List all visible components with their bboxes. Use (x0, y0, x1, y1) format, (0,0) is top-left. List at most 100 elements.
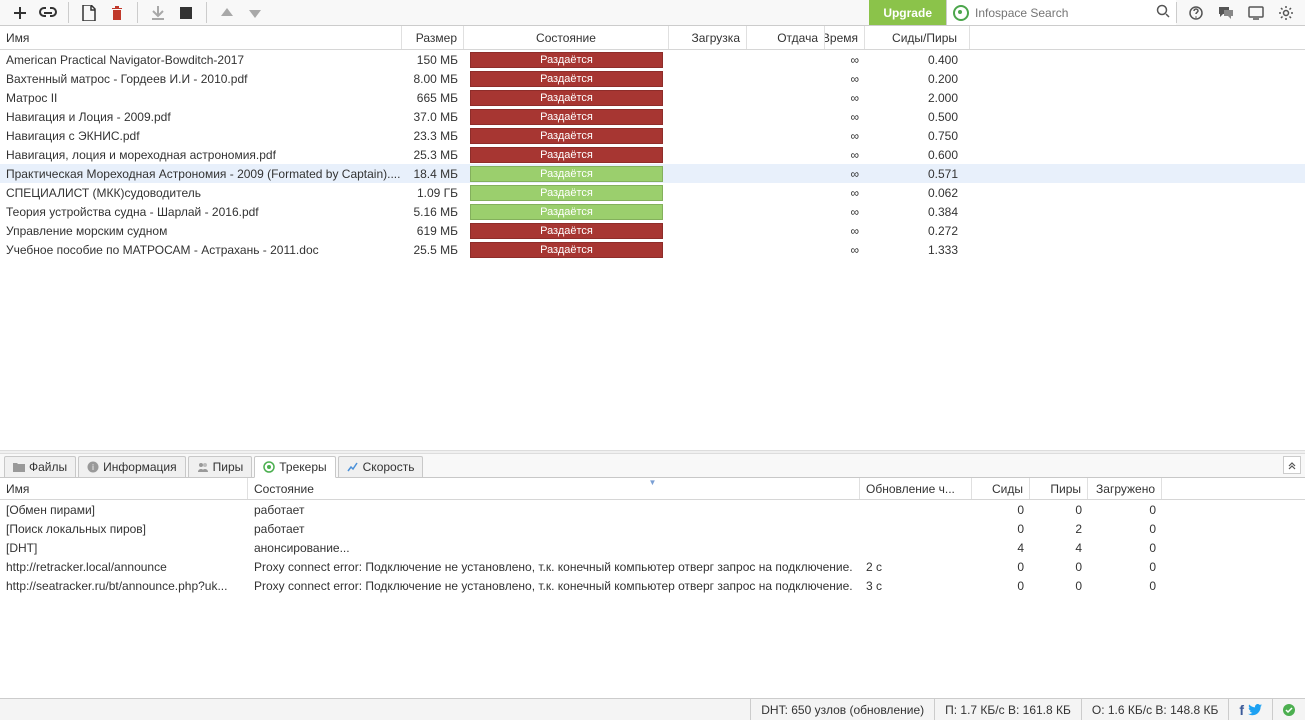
col-time[interactable]: Время (825, 26, 865, 49)
cell-download (669, 69, 747, 88)
cell-name: American Practical Navigator-Bowditch-20… (0, 50, 402, 69)
cell-time: ∞ (825, 145, 865, 164)
col-download[interactable]: Загрузка (669, 26, 747, 49)
cell-time: ∞ (825, 240, 865, 259)
tab-trackers[interactable]: Трекеры (254, 456, 335, 478)
cell-ratio: 0.750 (865, 126, 970, 145)
facebook-icon[interactable]: f (1239, 702, 1244, 718)
cell-ratio: 0.400 (865, 50, 970, 69)
tab-info[interactable]: i Информация (78, 456, 185, 477)
table-row[interactable]: Матрос II665 МБРаздаётся∞2.000 (0, 88, 1305, 107)
cell-download (669, 126, 747, 145)
trk-cell-update: 3 с (860, 576, 972, 595)
cell-upload (747, 88, 825, 107)
trk-cell-downloaded: 0 (1088, 557, 1162, 576)
chat-icon[interactable] (1215, 2, 1237, 24)
cell-upload (747, 240, 825, 259)
trk-col-update[interactable]: Обновление ч... (860, 478, 972, 499)
status-dht: DHT: 650 узлов (обновление) (750, 699, 934, 720)
table-row[interactable]: Навигация и Лоция - 2009.pdf37.0 МБРазда… (0, 107, 1305, 126)
add-url-button[interactable] (37, 2, 59, 24)
cell-name: Практическая Мореходная Астрономия - 200… (0, 164, 402, 183)
cell-upload (747, 221, 825, 240)
cell-ratio: 2.000 (865, 88, 970, 107)
torrent-list[interactable]: American Practical Navigator-Bowditch-20… (0, 50, 1305, 450)
table-row[interactable]: Навигация, лоция и мореходная астрономия… (0, 145, 1305, 164)
add-torrent-button[interactable] (9, 2, 31, 24)
cell-time: ∞ (825, 126, 865, 145)
delete-button[interactable] (106, 2, 128, 24)
cell-download (669, 50, 747, 69)
cell-time: ∞ (825, 69, 865, 88)
cell-state: Раздаётся (464, 202, 669, 221)
cell-upload (747, 145, 825, 164)
cell-state: Раздаётся (464, 126, 669, 145)
settings-icon[interactable] (1275, 2, 1297, 24)
move-up-button[interactable] (216, 2, 238, 24)
tracker-row[interactable]: [Обмен пирами]работает000 (0, 500, 1305, 519)
cell-state: Раздаётся (464, 240, 669, 259)
upgrade-button[interactable]: Upgrade (869, 0, 946, 25)
search-input[interactable] (975, 6, 1152, 20)
table-row[interactable]: Учебное пособие по МАТРОСАМ - Астрахань … (0, 240, 1305, 259)
move-down-button[interactable] (244, 2, 266, 24)
twitter-icon[interactable] (1248, 704, 1262, 716)
cell-time: ∞ (825, 88, 865, 107)
trk-col-name[interactable]: Имя (0, 478, 248, 499)
cell-download (669, 202, 747, 221)
table-row[interactable]: American Practical Navigator-Bowditch-20… (0, 50, 1305, 69)
search-box (946, 0, 1176, 25)
cell-state: Раздаётся (464, 183, 669, 202)
trk-cell-peers: 0 (1030, 576, 1088, 595)
cell-name: Матрос II (0, 88, 402, 107)
cell-time: ∞ (825, 50, 865, 69)
tracker-list[interactable]: [Обмен пирами]работает000[Поиск локальны… (0, 500, 1305, 698)
table-row[interactable]: Вахтенный матрос - Гордеев И.И - 2010.pd… (0, 69, 1305, 88)
cell-size: 8.00 МБ (402, 69, 464, 88)
cell-name: Навигация, лоция и мореходная астрономия… (0, 145, 402, 164)
trk-col-seeds[interactable]: Сиды (972, 478, 1030, 499)
col-upload[interactable]: Отдача (747, 26, 825, 49)
table-row[interactable]: Навигация с ЭКНИС.pdf23.3 МБРаздаётся∞0.… (0, 126, 1305, 145)
cell-download (669, 88, 747, 107)
col-ratio[interactable]: Сиды/Пиры (865, 26, 970, 49)
cell-ratio: 0.500 (865, 107, 970, 126)
col-state[interactable]: Состояние (464, 26, 669, 49)
table-row[interactable]: Управление морским судном619 МБРаздаётся… (0, 221, 1305, 240)
trk-cell-name: [Поиск локальных пиров] (0, 519, 248, 538)
cell-state: Раздаётся (464, 88, 669, 107)
tab-files[interactable]: Файлы (4, 456, 76, 477)
table-row[interactable]: Теория устройства судна - Шарлай - 2016.… (0, 202, 1305, 221)
table-row[interactable]: СПЕЦИАЛИСТ (МКК)судоводитель1.09 ГБРазда… (0, 183, 1305, 202)
trk-cell-peers: 0 (1030, 557, 1088, 576)
trk-cell-name: http://retracker.local/announce (0, 557, 248, 576)
remote-icon[interactable] (1245, 2, 1267, 24)
start-button[interactable] (147, 2, 169, 24)
cell-time: ∞ (825, 183, 865, 202)
tracker-row[interactable]: [Поиск локальных пиров]работает020 (0, 519, 1305, 538)
cell-state: Раздаётся (464, 69, 669, 88)
cell-ratio: 0.384 (865, 202, 970, 221)
trk-col-peers[interactable]: Пиры (1030, 478, 1088, 499)
help-icon[interactable] (1185, 2, 1207, 24)
col-name[interactable]: Имя (0, 26, 402, 49)
trk-col-downloaded[interactable]: Загружено (1088, 478, 1162, 499)
search-icon[interactable] (1156, 4, 1170, 21)
trk-col-state[interactable]: Состояние (248, 478, 860, 499)
trk-cell-state: Proxy connect error: Подключение не уста… (248, 576, 860, 595)
trk-cell-state: работает (248, 500, 860, 519)
detail-expand-button[interactable] (1283, 456, 1301, 474)
tab-speed[interactable]: Скорость (338, 456, 424, 477)
cell-state: Раздаётся (464, 221, 669, 240)
tracker-row[interactable]: [DHT]анонсирование...440 (0, 538, 1305, 557)
tab-peers[interactable]: Пиры (188, 456, 253, 477)
tracker-row[interactable]: http://retracker.local/announceProxy con… (0, 557, 1305, 576)
toolbar: Upgrade (0, 0, 1305, 26)
stop-button[interactable] (175, 2, 197, 24)
create-torrent-button[interactable] (78, 2, 100, 24)
col-size[interactable]: Размер (402, 26, 464, 49)
utorrent-logo-icon (953, 5, 969, 21)
tracker-row[interactable]: http://seatracker.ru/bt/announce.php?uk.… (0, 576, 1305, 595)
table-row[interactable]: Практическая Мореходная Астрономия - 200… (0, 164, 1305, 183)
network-health-icon[interactable] (1283, 704, 1295, 716)
